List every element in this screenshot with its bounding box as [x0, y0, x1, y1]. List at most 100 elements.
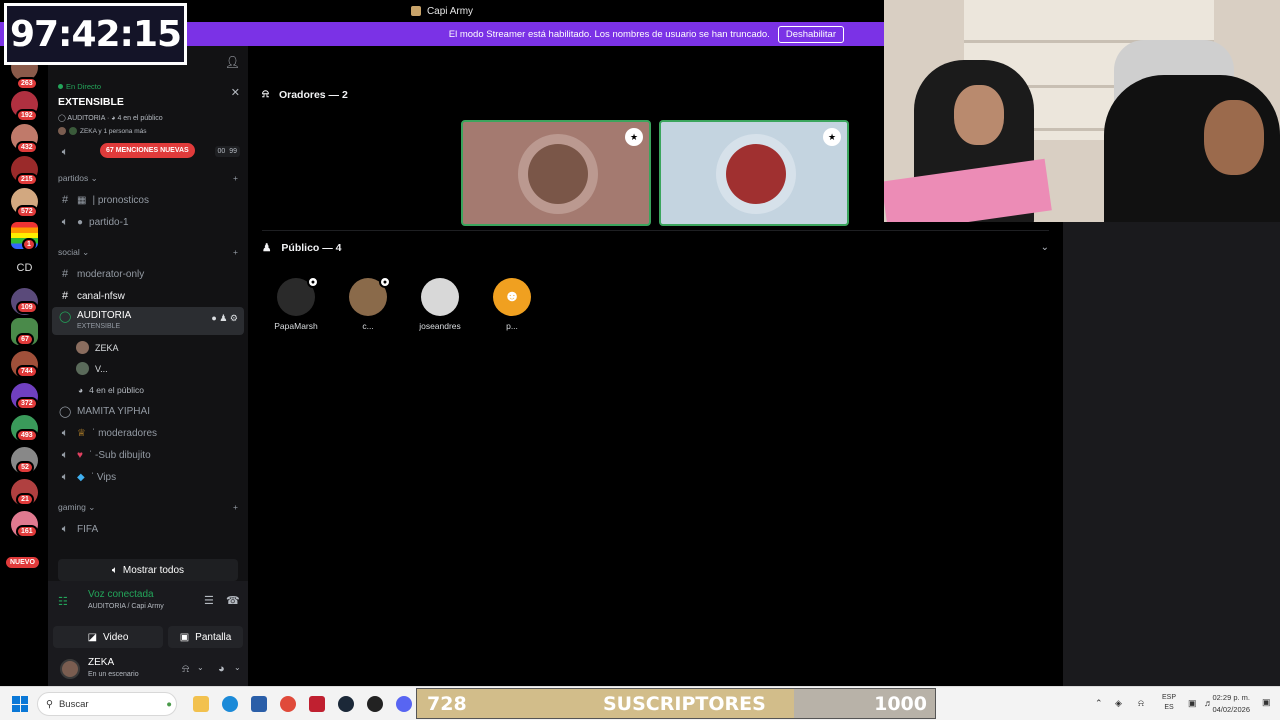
chat-icon[interactable]: ●: [211, 313, 216, 323]
disable-streamer-button[interactable]: Deshabilitar: [777, 25, 844, 43]
add-channel-icon[interactable]: +: [233, 173, 238, 183]
channel-label: Vips: [96, 471, 117, 483]
speaker-icon: 🔈︎: [61, 426, 69, 439]
window-title: Capi Army: [426, 5, 474, 17]
windows-start-icon[interactable]: [12, 696, 28, 712]
add-channel-icon[interactable]: +: [233, 502, 238, 512]
microphone-icon[interactable]: ⍾: [1138, 698, 1144, 709]
mention-badge: 493: [16, 429, 38, 442]
avatar[interactable]: [60, 659, 80, 679]
add-member-icon[interactable]: 👤︎: [225, 55, 240, 69]
discord-icon[interactable]: [396, 696, 412, 712]
user-panel: ZEKA En un escenario ⍾ ⌄ ◕ ⌄ ⚙: [58, 655, 263, 683]
channel-mamita-yiphai[interactable]: ◯ MAMITA YIPHAI: [48, 400, 248, 422]
app-icon[interactable]: [309, 696, 325, 712]
voice-status-row: ☷ Voz conectada AUDITORIA / Capi Army ☰ …: [58, 587, 240, 615]
store-icon[interactable]: [251, 696, 267, 712]
speaker-tile[interactable]: ★: [659, 120, 849, 226]
audience-badge-icon: ●: [379, 276, 391, 288]
chevron-down-icon[interactable]: ⌄: [234, 663, 241, 672]
mention-badge: 109: [16, 301, 38, 314]
hash-icon: #: [61, 268, 69, 280]
file-explorer-icon[interactable]: [193, 696, 209, 712]
show-all-label: Mostrar todos: [122, 564, 185, 576]
signal-icon[interactable]: ☷: [58, 595, 68, 608]
gear-icon[interactable]: ⚙: [230, 313, 238, 323]
channel-label: partido-1: [89, 216, 129, 228]
language-indicator[interactable]: ESP ES: [1162, 693, 1176, 713]
stage-icon: ◯: [59, 311, 72, 323]
audience-member[interactable]: joseandres: [410, 278, 470, 331]
member-side-panel: [1063, 222, 1280, 686]
headphones-icon[interactable]: ◕: [218, 663, 225, 675]
channel-auditoria[interactable]: ◯ AUDITORIA EXTENSIBLE ● ♟ ⚙: [52, 307, 244, 335]
chevron-up-icon[interactable]: ⌃: [1095, 698, 1103, 709]
voice-channel-row[interactable]: 🔈︎ 67 MENCIONES NUEVAS 00 99: [48, 141, 248, 163]
channel-vips[interactable]: 🔈︎ ◆ ˈ Vips: [48, 466, 248, 488]
category-social[interactable]: social ⌄ +: [48, 241, 248, 263]
hash-icon: #: [61, 194, 69, 206]
audience-member[interactable]: ☻ p...: [482, 278, 542, 331]
monitor-icon[interactable]: ▣: [1188, 698, 1197, 709]
speaker-icon: 🔈︎: [61, 470, 69, 483]
channel-canal-nfsw[interactable]: # canal-nfsw: [48, 285, 248, 307]
network-icon[interactable]: ◈: [1115, 698, 1122, 709]
stage-user[interactable]: V...: [48, 358, 248, 379]
stage-audience-row[interactable]: ◕ 4 en el público: [48, 379, 248, 400]
subscriber-current: 728: [427, 693, 467, 715]
webcam-overlay: [884, 0, 1280, 222]
stage-icon: ◯: [58, 115, 66, 122]
category-partidos[interactable]: partidos ⌄ +: [48, 167, 248, 189]
server-cd[interactable]: CD: [11, 254, 38, 281]
channel-label: pronosticos: [97, 194, 149, 206]
speaker-icon: 🔈︎: [111, 564, 118, 576]
steam-icon[interactable]: [338, 696, 354, 712]
taskbar-search[interactable]: ⚲ Buscar ●: [37, 692, 177, 716]
avatar: [69, 127, 77, 135]
channel-sub-dibujito[interactable]: 🔈︎ ♥ ˈ -Sub dibujito: [48, 444, 248, 466]
close-icon[interactable]: ✕: [231, 86, 240, 99]
add-channel-icon[interactable]: +: [233, 247, 238, 257]
category-gaming[interactable]: gaming ⌄ +: [48, 496, 248, 518]
edge-icon[interactable]: [222, 696, 238, 712]
obs-icon[interactable]: [367, 696, 383, 712]
new-mentions-pill[interactable]: 67 MENCIONES NUEVAS: [100, 143, 195, 158]
channel-fifa[interactable]: 🔈︎ FIFA: [48, 518, 248, 540]
voice-status[interactable]: Voz conectada: [88, 589, 154, 600]
hash-icon: #: [61, 290, 69, 302]
heart-icon: ♥: [77, 449, 83, 461]
chevron-down-icon[interactable]: ⌄: [197, 663, 204, 672]
show-all-button[interactable]: 🔈︎ Mostrar todos: [58, 559, 238, 581]
chrome-icon[interactable]: [280, 696, 296, 712]
taskbar-clock[interactable]: 02:29 p. m. 04/02/2026: [1212, 692, 1250, 716]
audience-badge-icon: ●: [307, 276, 319, 288]
screen-share-button[interactable]: ▣ Pantalla: [168, 626, 243, 648]
channel-pronosticos[interactable]: # ▦ | pronosticos: [48, 189, 248, 211]
moderator-badge-icon: ★: [625, 128, 643, 146]
category-label: social: [58, 246, 80, 257]
channel-partido-1[interactable]: 🔈︎ ● partido-1: [48, 211, 248, 233]
microphone-icon[interactable]: ⍾: [182, 663, 189, 676]
chevron-down-icon[interactable]: ⌄: [1041, 242, 1049, 253]
invite-icon[interactable]: ♟: [219, 313, 227, 323]
live-stage-card[interactable]: En Directo EXTENSIBLE ◯ AUDITORIA · ◕ 4 …: [48, 78, 248, 141]
audience-member[interactable]: ● c...: [338, 276, 398, 331]
crown-icon: ♕: [77, 427, 86, 439]
live-status: En Directo: [58, 82, 238, 91]
noise-suppression-icon[interactable]: ☰: [204, 594, 214, 607]
live-audience-count: 4 en el público: [117, 115, 163, 122]
channel-sidebar: 👤︎ En Directo EXTENSIBLE ◯ AUDITORIA · ◕…: [48, 46, 263, 686]
speaker-icon: 🔈︎: [61, 215, 69, 228]
channel-label: moderadores: [98, 427, 157, 439]
screen: Capi Army El modo Streamer está habilita…: [0, 0, 1280, 720]
audience-member[interactable]: ● PapaMarsh: [266, 276, 326, 331]
disconnect-icon[interactable]: ☎: [226, 594, 240, 607]
stage-user[interactable]: ZEKA: [48, 337, 248, 358]
channel-moderator-only[interactable]: # moderator-only: [48, 263, 248, 285]
notification-icon[interactable]: ▣: [1262, 697, 1271, 708]
webcam-face: [1204, 100, 1264, 175]
speaker-tile[interactable]: ★: [461, 120, 651, 226]
channel-moderadores[interactable]: 🔈︎ ♕ ˈ moderadores: [48, 422, 248, 444]
video-button[interactable]: ◪ Video: [53, 626, 163, 648]
subscriber-goal: 1000: [874, 693, 927, 715]
